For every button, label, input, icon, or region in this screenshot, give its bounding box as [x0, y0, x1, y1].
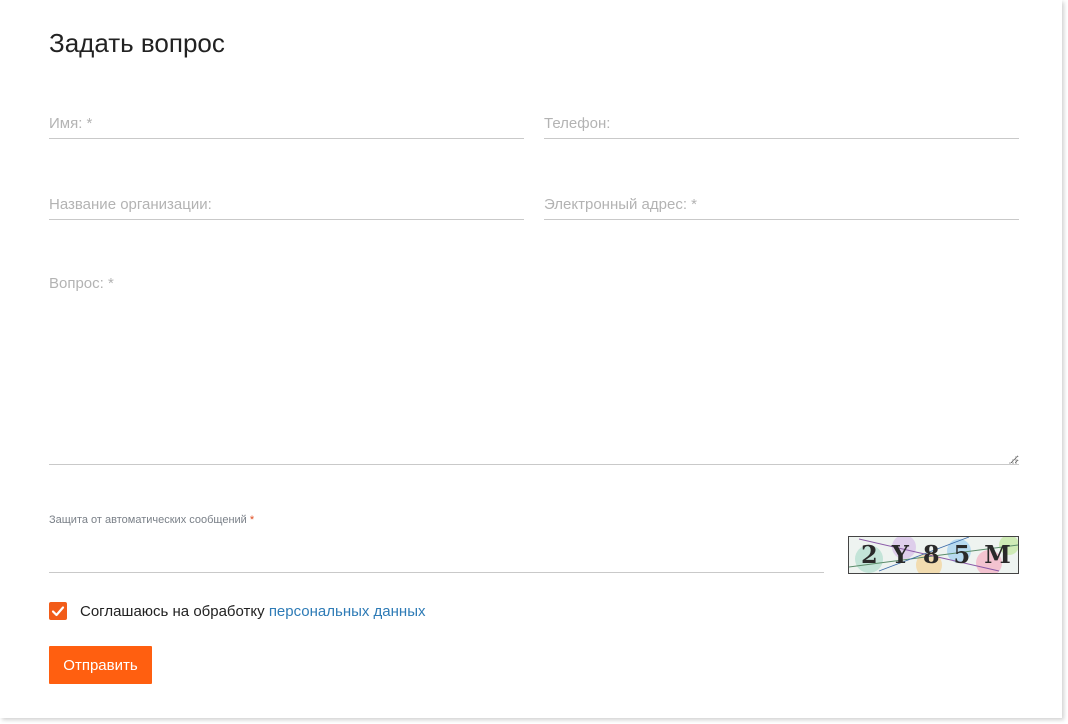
- consent-text: Соглашаюсь на обработку персональных дан…: [80, 603, 426, 620]
- captcha-text: 2Y85M: [861, 540, 1019, 569]
- consent-label: Соглашаюсь на обработку: [80, 603, 269, 620]
- captcha-label: Защита от автоматических сообщений *: [49, 514, 254, 526]
- phone-field[interactable]: [544, 108, 1019, 139]
- checkmark-icon: [51, 606, 65, 617]
- question-form-card: Задать вопрос Защита от автоматических с…: [0, 0, 1062, 718]
- captcha-image: 2Y85M: [848, 536, 1019, 574]
- submit-button[interactable]: Отправить: [49, 646, 152, 684]
- captcha-label-text: Защита от автоматических сообщений: [49, 514, 247, 526]
- required-mark: *: [249, 514, 255, 526]
- form-title: Задать вопрос: [49, 28, 225, 58]
- captcha-input[interactable]: [49, 542, 824, 573]
- consent-checkbox[interactable]: [49, 602, 67, 620]
- personal-data-link[interactable]: персональных данных: [269, 603, 426, 620]
- organization-field[interactable]: [49, 189, 524, 220]
- question-textarea[interactable]: [49, 275, 1019, 465]
- name-field[interactable]: [49, 108, 524, 139]
- email-field[interactable]: [544, 189, 1019, 220]
- resize-grip-icon[interactable]: [1008, 455, 1018, 465]
